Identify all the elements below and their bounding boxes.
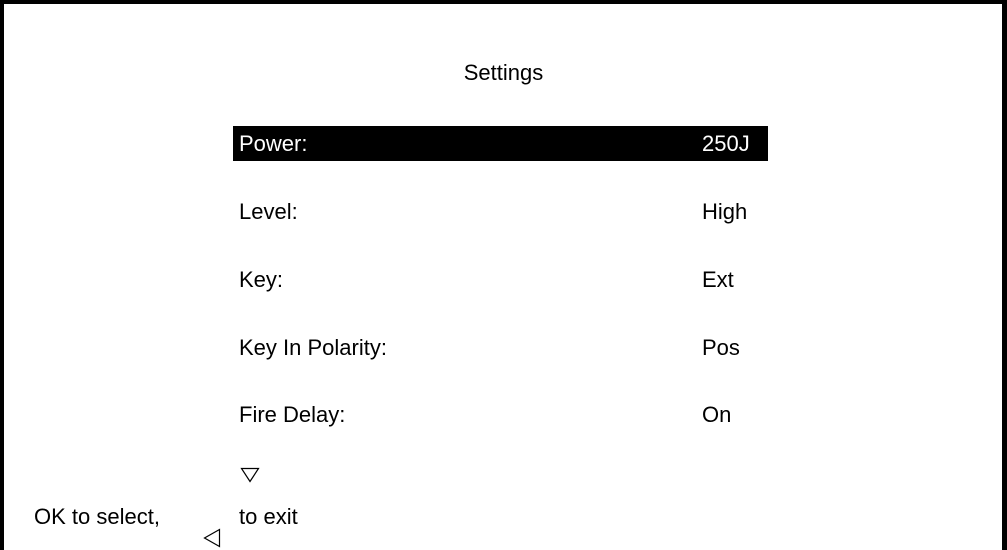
menu-item-key[interactable]: Key: Ext	[233, 262, 768, 297]
menu-item-key-in-polarity[interactable]: Key In Polarity: Pos	[233, 330, 768, 365]
ok-select-hint: OK to select,	[34, 504, 160, 529]
page-title: Settings	[463, 60, 544, 85]
menu-item-value: Pos	[702, 335, 740, 360]
menu-item-label: Fire Delay:	[239, 402, 346, 427]
menu-item-label: Key:	[239, 267, 284, 292]
triangle-down-icon	[240, 467, 260, 483]
menu-item-label: Key In Polarity:	[239, 335, 387, 360]
menu-item-fire-delay[interactable]: Fire Delay: On	[233, 397, 768, 432]
triangle-left-icon	[203, 528, 221, 548]
menu-item-value: 250J	[702, 131, 750, 156]
menu-item-power[interactable]: Power: 250J	[233, 126, 768, 161]
menu-item-value: Ext	[702, 267, 734, 292]
menu-item-value: On	[702, 402, 732, 427]
exit-hint: to exit	[239, 504, 298, 529]
menu-item-value: High	[702, 199, 748, 224]
menu-item-label: Level:	[239, 199, 298, 224]
menu-item-label: Power:	[239, 131, 308, 156]
menu-item-level[interactable]: Level: High	[233, 194, 768, 229]
